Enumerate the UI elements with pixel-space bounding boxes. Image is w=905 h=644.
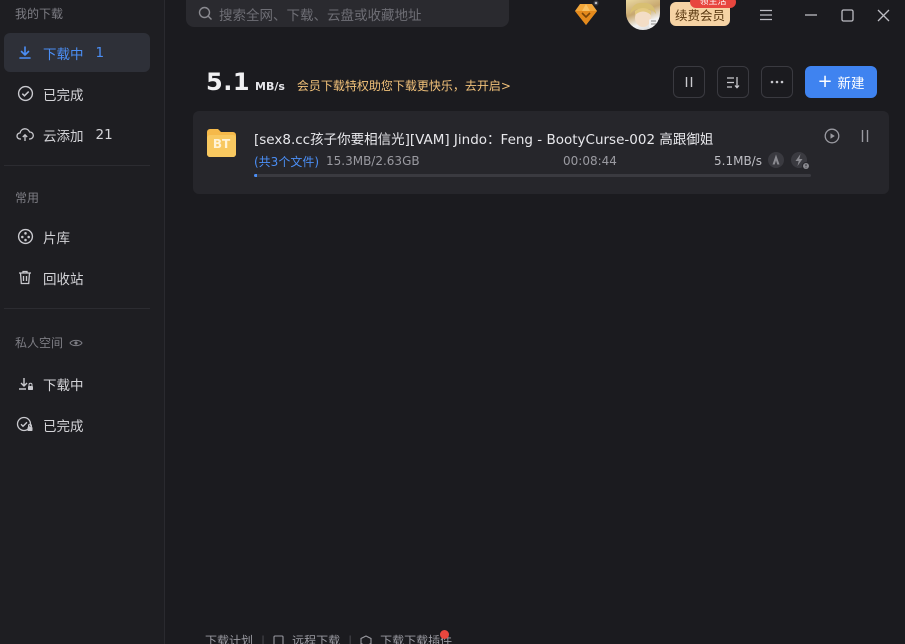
pause-icon [683,76,695,88]
sidebar-item-label: 云添加 [43,128,84,145]
download-lock-icon [16,375,34,393]
section-title-private-label: 私人空间 [15,336,64,350]
footer-bar: 下载计划 | 远程下载 | 下载下载插件 [205,630,452,644]
task-progress-fill [254,174,258,177]
accelerate-icon[interactable] [767,151,785,169]
search-placeholder: 搜索全网、下载、云盘或收藏地址 [219,7,422,24]
search-input[interactable]: 搜索全网、下载、云盘或收藏地址 [186,0,509,27]
divider [4,308,150,309]
sort-icon [726,76,740,89]
plus-icon: + [817,71,833,92]
avatar[interactable] [626,0,660,30]
download-icon [16,44,34,62]
notification-dot [440,630,449,639]
plugin-icon [360,634,372,644]
minimize-icon[interactable] [801,5,821,25]
search-icon [198,6,213,21]
sidebar-item-downloading[interactable]: 下载中 1 [4,33,150,72]
task-size: 15.3MB/2.63GB [326,154,420,168]
sidebar-item-private-downloading[interactable]: 下载中 [4,364,150,403]
more-button[interactable] [761,66,793,98]
sidebar-item-label: 下载中 [43,377,84,394]
close-icon[interactable] [873,5,893,25]
divider [4,165,150,166]
film-reel-icon [16,228,34,246]
task-time-left: 00:08:44 [563,154,617,168]
speed-unit: MB/s [255,80,285,93]
play-icon[interactable] [824,128,840,144]
sidebar-item-library[interactable]: 片库 [4,217,150,256]
check-lock-icon [16,416,34,434]
sidebar-item-count: 1 [95,44,105,61]
new-task-label: 新建 [837,76,865,92]
section-title-common: 常用 [15,191,40,205]
sidebar-item-trash[interactable]: 回收站 [4,258,150,297]
remote-download-link[interactable]: 远程下载 [292,632,340,644]
separator: | [261,633,266,644]
more-icon [770,80,784,84]
sort-button[interactable] [717,66,749,98]
task-rate: 5.1MB/s [714,154,762,168]
vip-badge: 领生活 [690,0,736,8]
menu-icon[interactable] [756,5,776,25]
sidebar-item-cloud-add[interactable]: 云添加 21 [4,115,150,154]
sidebar-item-label: 回收站 [43,271,84,288]
sidebar-item-private-completed[interactable]: 已完成 [4,405,150,444]
bt-icon-text: BT [212,137,231,151]
download-task-row[interactable]: BT [sex8.cc孩子你要相信光][VAM] Jindo：Feng - Bo… [193,111,889,194]
section-title-private: 私人空间 [15,334,83,351]
download-plan-link[interactable]: 下载计划 [205,632,253,644]
sidebar: 我的下载 下载中 1 已完成 云添加 21 常用 片库 回收站 私人空间 下载中… [0,0,165,644]
cloud-upload-icon [16,126,34,144]
task-files-link[interactable]: (共3个文件) [254,153,319,170]
sidebar-item-label: 已完成 [43,418,84,435]
eye-icon[interactable] [69,338,83,348]
sidebar-item-label: 已完成 [43,87,84,104]
vip-promo-link[interactable]: 会员下载特权助您下载更快乐，去开启> [297,77,511,94]
maximize-icon[interactable] [837,5,857,25]
speed-value: 5.1 [206,68,251,96]
sidebar-item-label: 片库 [43,230,70,247]
sidebar-item-completed[interactable]: 已完成 [4,74,150,113]
task-name: [sex8.cc孩子你要相信光][VAM] Jindo：Feng - Booty… [254,132,714,148]
lightning-boost-icon[interactable] [790,151,812,171]
sidebar-item-label: 下载中 [43,46,84,63]
sidebar-item-count: 21 [95,126,113,143]
diamond-icon[interactable] [572,0,600,28]
section-title-my-downloads: 我的下载 [15,7,64,21]
pause-task-icon[interactable] [857,128,873,144]
check-circle-icon [16,85,34,103]
trash-icon [16,269,34,287]
bt-file-icon: BT [205,127,238,159]
task-progress-bar [254,174,811,177]
pause-all-button[interactable] [673,66,705,98]
separator: | [348,633,353,644]
remote-download-icon [273,634,284,644]
new-task-button[interactable]: + 新建 [805,66,877,98]
speed-header: 5.1 MB/s 会员下载特权助您下载更快乐，去开启> [206,68,511,96]
